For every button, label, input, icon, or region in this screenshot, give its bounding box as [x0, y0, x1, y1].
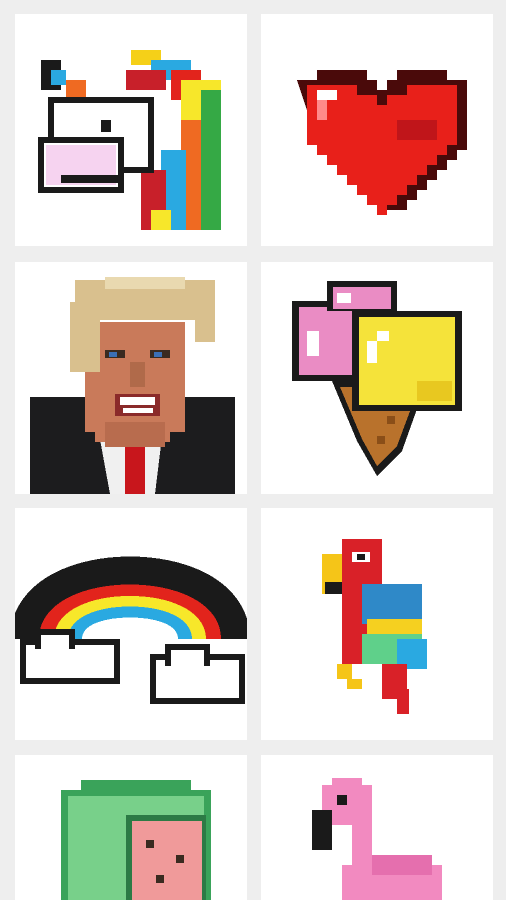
ice-cream-icon: [292, 280, 462, 476]
unicorn-icon: [38, 50, 221, 230]
artwork-card-watermelon[interactable]: [15, 755, 247, 900]
flamingo-icon: [312, 778, 442, 900]
rainbow-icon: [15, 556, 247, 704]
artwork-card-parrot[interactable]: [261, 508, 493, 740]
artwork-card-unicorn[interactable]: [15, 14, 247, 246]
portrait-icon: [30, 277, 235, 494]
artwork-card-portrait[interactable]: [15, 262, 247, 494]
watermelon-icon: [61, 780, 211, 900]
artwork-card-heart[interactable]: [261, 14, 493, 246]
artwork-card-ice-cream[interactable]: [261, 262, 493, 494]
artwork-gallery: [0, 0, 506, 900]
heart-icon: [297, 70, 467, 215]
artwork-card-flamingo[interactable]: [261, 755, 493, 900]
parrot-icon: [322, 539, 427, 714]
artwork-card-rainbow[interactable]: [15, 508, 247, 740]
